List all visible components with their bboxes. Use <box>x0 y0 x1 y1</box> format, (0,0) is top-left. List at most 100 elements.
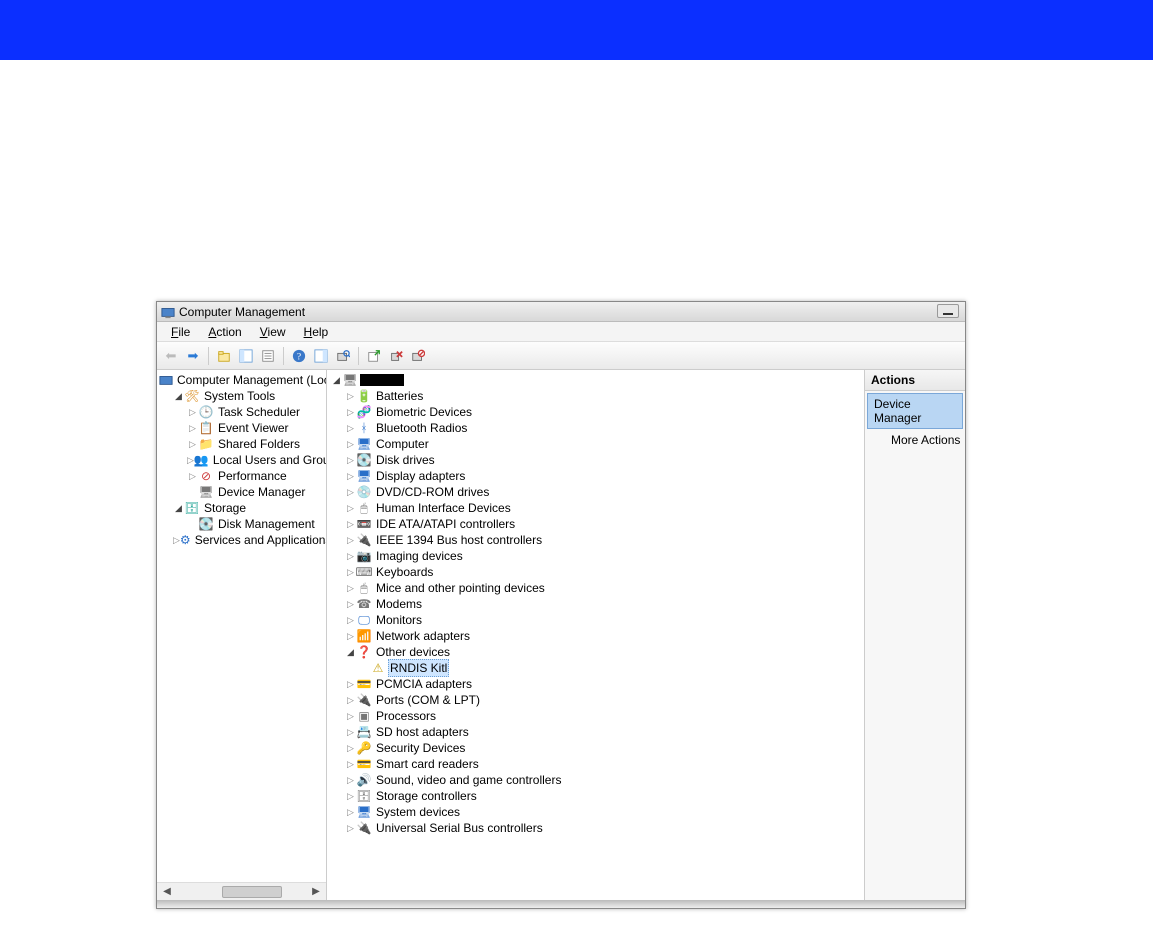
expand-icon[interactable] <box>345 628 356 645</box>
device-disk-drives[interactable]: 💽Disk drives <box>331 452 864 468</box>
expand-icon[interactable] <box>345 484 356 501</box>
device-usb[interactable]: 🔌Universal Serial Bus controllers <box>331 820 864 836</box>
expand-icon[interactable] <box>345 564 356 581</box>
device-monitors[interactable]: 🖵Monitors <box>331 612 864 628</box>
expand-icon[interactable] <box>345 388 356 405</box>
expand-icon[interactable] <box>345 788 356 805</box>
expand-icon[interactable] <box>345 692 356 709</box>
expand-icon[interactable] <box>345 500 356 517</box>
expand-icon[interactable] <box>345 548 356 565</box>
device-sdhost[interactable]: 📇SD host adapters <box>331 724 864 740</box>
expand-icon[interactable] <box>345 820 356 837</box>
titlebar[interactable]: Computer Management <box>157 302 965 322</box>
expand-icon[interactable] <box>345 740 356 757</box>
tree-task-scheduler[interactable]: 🕒Task Scheduler <box>159 404 326 420</box>
tree-storage[interactable]: 🗄 Storage <box>159 500 326 516</box>
actions-context[interactable]: Device Manager <box>867 393 963 429</box>
menu-action[interactable]: Action <box>200 324 249 340</box>
tree-system-tools[interactable]: 🛠 System Tools <box>159 388 326 404</box>
expand-icon[interactable] <box>345 772 356 789</box>
disable-button[interactable] <box>408 346 428 366</box>
expand-icon[interactable] <box>187 452 194 469</box>
device-mice[interactable]: 🖱Mice and other pointing devices <box>331 580 864 596</box>
update-driver-button[interactable] <box>364 346 384 366</box>
tree-services-apps[interactable]: ⚙ Services and Applications <box>159 532 326 548</box>
device-system[interactable]: 🖥System devices <box>331 804 864 820</box>
expand-icon[interactable] <box>345 436 356 453</box>
device-biometric[interactable]: 🧬Biometric Devices <box>331 404 864 420</box>
menu-help[interactable]: Help <box>296 324 337 340</box>
device-processors[interactable]: ▣Processors <box>331 708 864 724</box>
show-hide-tree-button[interactable] <box>236 346 256 366</box>
scroll-thumb[interactable] <box>222 886 282 898</box>
minimize-button[interactable] <box>937 304 959 318</box>
expand-icon[interactable] <box>345 644 356 661</box>
device-sound[interactable]: 🔊Sound, video and game controllers <box>331 772 864 788</box>
device-display-adapters[interactable]: 🖥Display adapters <box>331 468 864 484</box>
help-button[interactable]: ? <box>289 346 309 366</box>
expand-icon[interactable] <box>187 436 198 453</box>
expand-icon[interactable] <box>345 516 356 533</box>
console-tree-pane[interactable]: Computer Management (Local 🛠 System Tool… <box>157 370 327 900</box>
tree-root-computer-management[interactable]: Computer Management (Local <box>159 372 326 388</box>
nav-back-button[interactable]: ⬅ <box>161 346 181 366</box>
device-ide[interactable]: 📼IDE ATA/ATAPI controllers <box>331 516 864 532</box>
up-button[interactable] <box>214 346 234 366</box>
device-tree-pane[interactable]: 🖥 🔋Batteries 🧬Biometric Devices ᚼBluetoo… <box>327 370 865 900</box>
expand-icon[interactable] <box>345 676 356 693</box>
device-ieee1394[interactable]: 🔌IEEE 1394 Bus host controllers <box>331 532 864 548</box>
device-imaging[interactable]: 📷Imaging devices <box>331 548 864 564</box>
expand-icon[interactable] <box>345 708 356 725</box>
expand-icon[interactable] <box>345 468 356 485</box>
uninstall-button[interactable] <box>386 346 406 366</box>
device-other[interactable]: ❓Other devices <box>331 644 864 660</box>
horizontal-scrollbar[interactable]: ◀ ▶ <box>157 882 326 900</box>
device-keyboards[interactable]: ⌨Keyboards <box>331 564 864 580</box>
expand-icon[interactable] <box>345 532 356 549</box>
device-ports[interactable]: 🔌Ports (COM & LPT) <box>331 692 864 708</box>
expand-icon[interactable] <box>331 372 342 389</box>
expand-icon[interactable] <box>345 724 356 741</box>
scroll-right-icon[interactable]: ▶ <box>308 884 324 900</box>
scroll-left-icon[interactable]: ◀ <box>159 884 175 900</box>
expand-icon[interactable] <box>173 500 184 517</box>
expand-icon[interactable] <box>173 532 180 549</box>
expand-icon[interactable] <box>345 452 356 469</box>
expand-icon[interactable] <box>345 420 356 437</box>
menu-file[interactable]: File <box>163 324 198 340</box>
tree-event-viewer[interactable]: 📋Event Viewer <box>159 420 326 436</box>
expand-icon[interactable] <box>187 468 198 485</box>
expand-icon[interactable] <box>345 612 356 629</box>
expand-icon[interactable] <box>345 596 356 613</box>
tree-shared-folders[interactable]: 📁Shared Folders <box>159 436 326 452</box>
device-batteries[interactable]: 🔋Batteries <box>331 388 864 404</box>
menu-view[interactable]: View <box>252 324 294 340</box>
device-storage-controllers[interactable]: 🗄Storage controllers <box>331 788 864 804</box>
nav-forward-button[interactable]: ➡ <box>183 346 203 366</box>
properties-button[interactable] <box>258 346 278 366</box>
expand-icon[interactable] <box>345 404 356 421</box>
show-hide-action-button[interactable] <box>311 346 331 366</box>
device-security[interactable]: 🔑Security Devices <box>331 740 864 756</box>
device-modems[interactable]: ☎Modems <box>331 596 864 612</box>
device-pcmcia[interactable]: 💳PCMCIA adapters <box>331 676 864 692</box>
tree-disk-management[interactable]: 💽Disk Management <box>159 516 326 532</box>
more-actions-link[interactable]: More Actions <box>865 429 965 451</box>
tree-device-manager[interactable]: 🖥Device Manager <box>159 484 326 500</box>
tree-performance[interactable]: ⊘Performance <box>159 468 326 484</box>
expand-icon[interactable] <box>187 404 198 421</box>
device-rndis-kitl[interactable]: ⚠RNDIS Kitl <box>331 660 864 676</box>
expand-icon[interactable] <box>187 420 198 437</box>
tree-local-users[interactable]: 👥Local Users and Groups <box>159 452 326 468</box>
device-hid[interactable]: 🖱Human Interface Devices <box>331 500 864 516</box>
device-network[interactable]: 📶Network adapters <box>331 628 864 644</box>
expand-icon[interactable] <box>173 388 184 405</box>
device-smartcard[interactable]: 💳Smart card readers <box>331 756 864 772</box>
device-root[interactable]: 🖥 <box>331 372 864 388</box>
scan-hardware-button[interactable] <box>333 346 353 366</box>
expand-icon[interactable] <box>345 804 356 821</box>
expand-icon[interactable] <box>345 580 356 597</box>
device-dvd[interactable]: 💿DVD/CD-ROM drives <box>331 484 864 500</box>
expand-icon[interactable] <box>345 756 356 773</box>
device-bluetooth[interactable]: ᚼBluetooth Radios <box>331 420 864 436</box>
